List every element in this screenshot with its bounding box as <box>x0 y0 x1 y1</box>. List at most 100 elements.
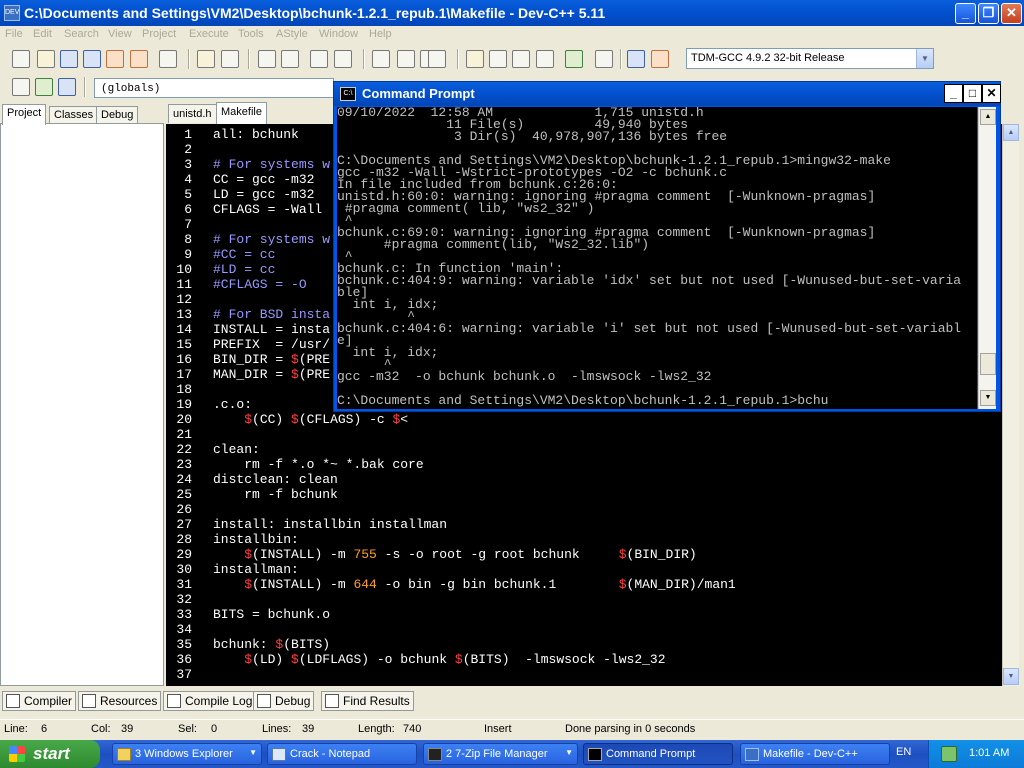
code-line[interactable]: CFLAGS = -Wall <box>213 202 322 217</box>
maximize-button[interactable]: ❐ <box>978 3 999 24</box>
scroll-down-icon[interactable]: ▼ <box>1003 668 1019 685</box>
taskbar-notepad[interactable]: Crack - Notepad <box>267 743 417 765</box>
code-line[interactable]: MAN_DIR = $(PRE <box>213 367 330 382</box>
editor-scrollbar[interactable]: ▲ ▼ <box>1002 124 1019 686</box>
language-indicator[interactable]: EN <box>896 746 911 758</box>
menu-execute[interactable]: Execute <box>189 28 229 40</box>
find-icon[interactable] <box>258 50 276 68</box>
taskbar-windows-explorer[interactable]: 3 Windows Explorer ▼ <box>112 743 262 765</box>
tab-debug[interactable]: Debug <box>96 106 139 124</box>
code-line[interactable]: PREFIX = /usr/ <box>213 337 330 352</box>
code-line[interactable]: rm -f bchunk <box>213 487 338 502</box>
menu-search[interactable]: Search <box>64 28 99 40</box>
editor-tab-makefile[interactable]: Makefile <box>216 102 267 124</box>
taskbar-command-prompt[interactable]: Command Prompt <box>583 743 733 765</box>
menu-edit[interactable]: Edit <box>33 28 52 40</box>
new-file-icon[interactable] <box>12 50 30 68</box>
code-line[interactable]: #LD = cc <box>213 262 275 277</box>
taskbar-7zip[interactable]: 2 7-Zip File Manager ▼ <box>423 743 578 765</box>
compiler-select[interactable]: TDM-GCC 4.9.2 32-bit Release ▼ <box>686 48 934 69</box>
rebuild-all-icon[interactable] <box>536 50 554 68</box>
code-line[interactable]: distclean: clean <box>213 472 338 487</box>
close-button[interactable]: ✕ <box>1001 3 1022 24</box>
code-line[interactable]: .c.o: <box>213 397 252 412</box>
redo-icon[interactable] <box>221 50 239 68</box>
menu-tools[interactable]: Tools <box>238 28 264 40</box>
find-next-icon[interactable] <box>334 50 352 68</box>
tab-resources[interactable]: Resources <box>78 691 162 711</box>
new-project-icon[interactable] <box>372 50 390 68</box>
indent-icon[interactable] <box>397 50 415 68</box>
code-line[interactable]: clean: <box>213 442 260 457</box>
scroll-thumb[interactable] <box>980 353 996 375</box>
undo-icon[interactable] <box>197 50 215 68</box>
code-line[interactable]: installman: <box>213 562 299 577</box>
code-line[interactable]: #CC = cc <box>213 247 275 262</box>
code-line[interactable]: $(INSTALL) -m 755 -s -o root -g root bch… <box>213 547 697 562</box>
command-prompt-window[interactable]: C:\ Command Prompt _ □ ✕ 09/10/2022 12:5… <box>333 81 1001 412</box>
editor-tab-unistd[interactable]: unistd.h <box>168 104 217 123</box>
scroll-up-icon[interactable]: ▲ <box>1003 124 1019 141</box>
syntax-check-icon[interactable] <box>565 50 583 68</box>
cmd-minimize-button[interactable]: _ <box>944 84 963 103</box>
tab-find-results[interactable]: Find Results <box>321 691 414 711</box>
start-button[interactable]: start <box>0 740 100 768</box>
tab-classes[interactable]: Classes <box>49 106 99 124</box>
globals-select[interactable]: (globals) <box>94 78 334 98</box>
close-all-icon[interactable] <box>130 50 148 68</box>
network-icon[interactable] <box>941 746 957 762</box>
code-line[interactable]: all: bchunk <box>213 127 299 142</box>
code-line[interactable]: # For systems w <box>213 157 330 172</box>
menu-help[interactable]: Help <box>369 28 392 40</box>
run-icon[interactable] <box>489 50 507 68</box>
save-all-icon[interactable] <box>83 50 101 68</box>
open-file-icon[interactable] <box>37 50 55 68</box>
compile-run-icon[interactable] <box>512 50 530 68</box>
code-line[interactable]: # For systems w <box>213 232 330 247</box>
main-title-bar[interactable]: DEV C:\Documents and Settings\VM2\Deskto… <box>0 0 1024 26</box>
goto-line-icon[interactable] <box>310 50 328 68</box>
tab-compiler[interactable]: Compiler <box>2 691 77 711</box>
taskbar-devcpp[interactable]: Makefile - Dev-C++ <box>740 743 890 765</box>
scroll-up-icon[interactable]: ▲ <box>980 109 996 125</box>
cmd-app-icon[interactable]: C:\ <box>340 87 356 101</box>
code-line[interactable]: # For BSD insta <box>213 307 330 322</box>
code-line[interactable]: installbin: <box>213 532 299 547</box>
code-line[interactable]: bchunk: $(BITS) <box>213 637 330 652</box>
menu-file[interactable]: File <box>5 28 23 40</box>
menu-project[interactable]: Project <box>142 28 176 40</box>
tab-compile-log[interactable]: Compile Log <box>163 691 257 711</box>
code-line[interactable]: rm -f *.o *~ *.bak core <box>213 457 423 472</box>
project-panel[interactable] <box>0 123 164 686</box>
code-line[interactable]: install: installbin installman <box>213 517 447 532</box>
debug-icon[interactable] <box>651 50 669 68</box>
code-line[interactable]: #CFLAGS = -O <box>213 277 307 292</box>
code-line[interactable]: BIN_DIR = $(PRE <box>213 352 330 367</box>
profile-chart-icon[interactable] <box>627 50 645 68</box>
command-prompt-title-bar[interactable]: C:\ Command Prompt _ □ ✕ <box>334 82 1001 106</box>
code-line[interactable]: LD = gcc -m32 <box>213 187 314 202</box>
code-line[interactable]: $(LD) $(LDFLAGS) -o bchunk $(BITS) -lmsw… <box>213 652 665 667</box>
menu-view[interactable]: View <box>108 28 132 40</box>
bookmark-icon[interactable] <box>58 78 76 96</box>
code-line[interactable]: INSTALL = insta <box>213 322 330 337</box>
console-output[interactable]: 09/10/2022 12:58 AM 1,715 unistd.h 11 Fi… <box>337 107 977 409</box>
code-line[interactable]: $(INSTALL) -m 644 -o bin -g bin bchunk.1… <box>213 577 736 592</box>
code-line[interactable]: $(CC) $(CFLAGS) -c $< <box>213 412 408 427</box>
code-line[interactable]: BITS = bchunk.o <box>213 607 330 622</box>
tab-project[interactable]: Project <box>2 104 47 125</box>
replace-icon[interactable] <box>281 50 299 68</box>
class-browser-icon[interactable] <box>12 78 30 96</box>
toggle-breakpoint-icon[interactable] <box>428 50 446 68</box>
scroll-down-icon[interactable]: ▼ <box>980 390 996 406</box>
menu-window[interactable]: Window <box>319 28 358 40</box>
close-file-icon[interactable] <box>106 50 124 68</box>
console-scrollbar[interactable]: ▲ ▼ <box>978 107 996 409</box>
cmd-close-button[interactable]: ✕ <box>982 84 1001 103</box>
code-line[interactable]: CC = gcc -m32 <box>213 172 314 187</box>
save-icon[interactable] <box>60 50 78 68</box>
tab-debug-output[interactable]: Debug <box>253 691 315 711</box>
insert-icon[interactable] <box>35 78 53 96</box>
print-icon[interactable] <box>159 50 177 68</box>
minimize-button[interactable]: _ <box>955 3 976 24</box>
